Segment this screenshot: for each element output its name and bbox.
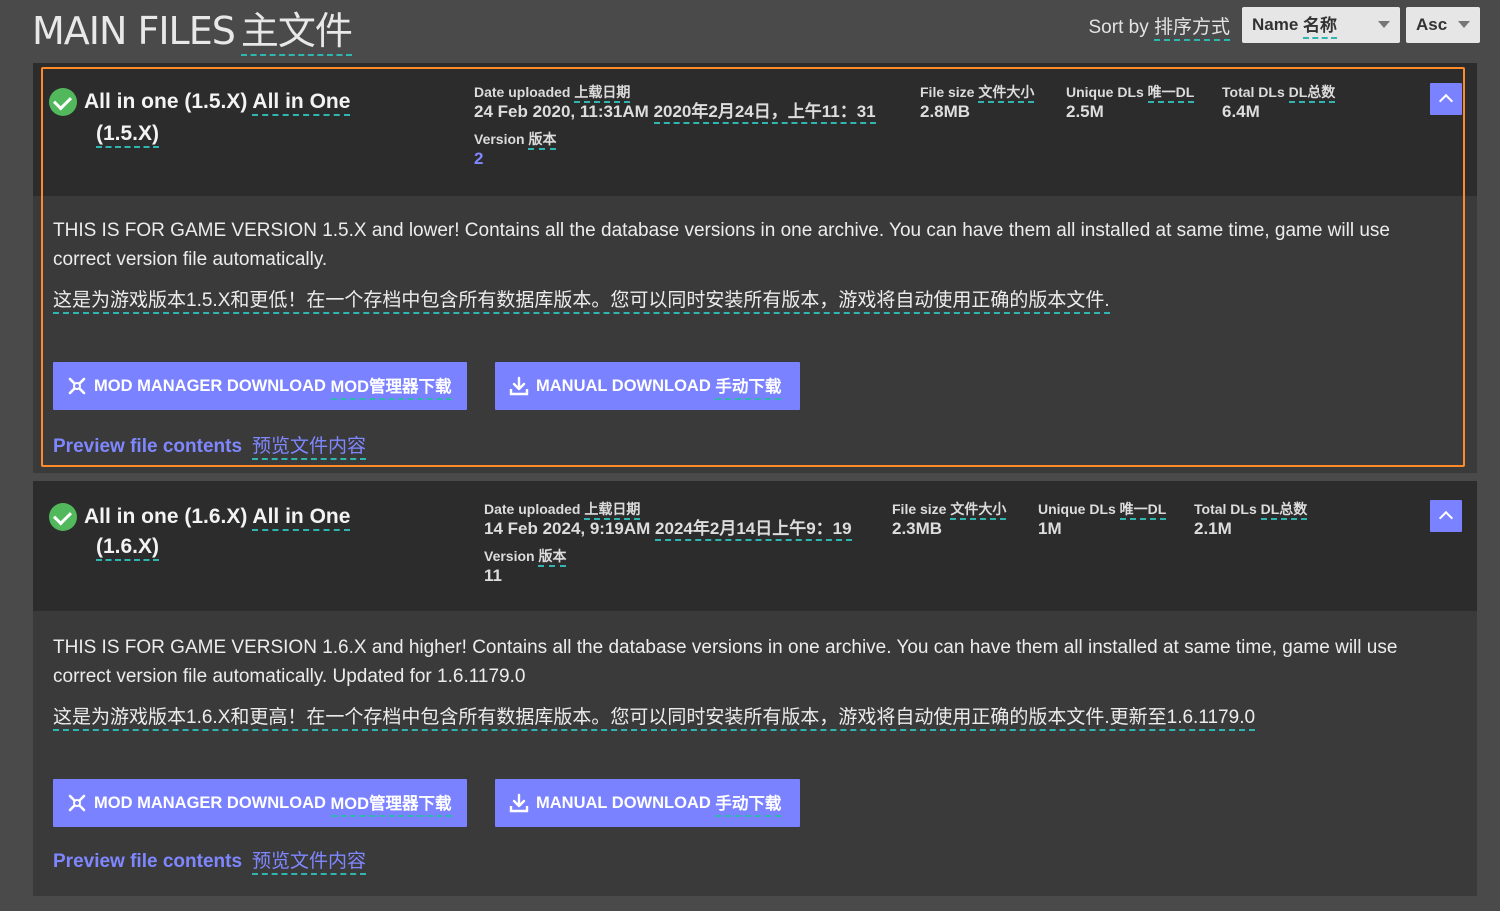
date-value-translation: 2024年2月14日上午9：19	[655, 519, 852, 541]
unique-value: 2.5M	[1066, 102, 1104, 121]
preview-label-translation: 预览文件内容	[252, 851, 367, 875]
total-value: 2.1M	[1194, 519, 1232, 538]
chevron-up-icon[interactable]	[1430, 83, 1462, 115]
file-name-text: All in one (1.6.X)	[84, 505, 248, 528]
total-label: Total DLs	[1222, 84, 1285, 100]
date-label: Date uploaded	[484, 501, 581, 517]
dropdown-caret-icon	[1378, 21, 1390, 28]
description-translation: 这是为游戏版本1.5.X和更低！在一个存档中包含所有数据库版本。您可以同时安装所…	[53, 290, 1110, 314]
file-item: All in one (1.6.X) All in One (1.6.X) Da…	[33, 481, 1477, 896]
sort-label-translation: 排序方式	[1153, 16, 1230, 41]
download-icon	[509, 793, 529, 813]
version-label: Version	[484, 548, 535, 564]
sort-field-value: Name	[1252, 15, 1299, 34]
manual-label: MANUAL DOWNLOAD	[536, 793, 711, 812]
version: Version 版本 2	[474, 130, 557, 170]
unique-label-translation: 唯一DL	[1119, 501, 1167, 520]
mod-manager-icon	[67, 793, 87, 813]
page-title: MAIN FILES 主文件	[32, 8, 353, 56]
file-name: All in one (1.5.X) All in One (1.5.X)	[84, 86, 351, 149]
sort-label: Sort by 排序方式	[1088, 12, 1230, 41]
download-icon	[509, 376, 529, 396]
file-size: File size 文件大小 2.8MB	[920, 83, 1035, 123]
description-translation: 这是为游戏版本1.6.X和更高！在一个存档中包含所有数据库版本。您可以同时安装所…	[53, 707, 1256, 731]
date-value-translation: 2020年2月24日，上午11：31	[653, 102, 876, 124]
version-value: 11	[484, 566, 502, 585]
size-label-translation: 文件大小	[950, 501, 1007, 520]
file-name-translation: All in One	[252, 90, 351, 116]
mod-manager-label-translation: MOD管理器下载	[330, 373, 452, 400]
description-text: THIS IS FOR GAME VERSION 1.5.X and lower…	[53, 220, 1390, 270]
file-size: File size 文件大小 2.3MB	[892, 500, 1007, 540]
unique-value: 1M	[1038, 519, 1062, 538]
check-circle-icon	[49, 88, 77, 116]
total-label-translation: DL总数	[1288, 84, 1336, 103]
mod-manager-download-button[interactable]: MOD MANAGER DOWNLOAD MOD管理器下载	[53, 362, 467, 410]
file-name: All in one (1.6.X) All in One (1.6.X)	[84, 501, 351, 562]
preview-label: Preview file contents	[53, 851, 243, 872]
size-label: File size	[920, 84, 975, 100]
description-text: THIS IS FOR GAME VERSION 1.6.X and highe…	[53, 637, 1398, 687]
file-description: THIS IS FOR GAME VERSION 1.6.X and highe…	[53, 633, 1453, 732]
total-value: 6.4M	[1222, 102, 1260, 121]
size-label-translation: 文件大小	[978, 84, 1035, 103]
sort-label-text: Sort by	[1088, 16, 1149, 38]
sort-field-value-translation: 名称	[1303, 11, 1338, 39]
file-name-translation: All in One	[252, 505, 351, 531]
file-name-translation-2: (1.6.X)	[96, 535, 160, 561]
version-label: Version	[474, 131, 525, 147]
preview-label-translation: 预览文件内容	[252, 436, 367, 460]
file-name-translation-2: (1.5.X)	[96, 122, 160, 148]
unique-label: Unique DLs	[1066, 84, 1144, 100]
mod-manager-download-button[interactable]: MOD MANAGER DOWNLOAD MOD管理器下载	[53, 779, 467, 827]
version-value[interactable]: 2	[474, 148, 556, 170]
unique-dls: Unique DLs 唯一DL 1M	[1038, 500, 1167, 540]
date-value: 14 Feb 2024, 9:19AM	[484, 519, 651, 538]
preview-file-contents-link[interactable]: Preview file contents 预览文件内容	[53, 846, 367, 875]
total-dls: Total DLs DL总数 6.4M	[1222, 83, 1336, 123]
preview-file-contents-link[interactable]: Preview file contents 预览文件内容	[53, 431, 367, 460]
title-text: MAIN FILES	[32, 9, 236, 53]
version: Version 版本 11	[484, 547, 567, 587]
unique-label-translation: 唯一DL	[1147, 84, 1195, 103]
version-label-translation: 版本	[528, 131, 557, 150]
manual-download-button[interactable]: MANUAL DOWNLOAD 手动下载	[495, 362, 800, 410]
date-uploaded: Date uploaded 上载日期 14 Feb 2024, 9:19AM 2…	[484, 500, 852, 541]
total-dls: Total DLs DL总数 2.1M	[1194, 500, 1308, 540]
size-value: 2.3MB	[892, 519, 943, 538]
manual-label: MANUAL DOWNLOAD	[536, 376, 711, 395]
size-value: 2.8MB	[920, 102, 971, 121]
size-label: File size	[892, 501, 947, 517]
file-name-text: All in one (1.5.X)	[84, 90, 248, 113]
sort-order-select[interactable]: Asc	[1406, 7, 1480, 43]
mod-manager-label: MOD MANAGER DOWNLOAD	[94, 376, 326, 395]
total-label-translation: DL总数	[1260, 501, 1308, 520]
date-uploaded: Date uploaded 上载日期 24 Feb 2020, 11:31AM …	[474, 83, 876, 124]
date-label: Date uploaded	[474, 84, 571, 100]
chevron-up-icon[interactable]	[1430, 500, 1462, 532]
dropdown-caret-icon	[1458, 21, 1470, 28]
manual-label-translation: 手动下载	[715, 790, 782, 817]
mod-manager-label: MOD MANAGER DOWNLOAD	[94, 793, 326, 812]
date-value: 24 Feb 2020, 11:31AM	[474, 102, 649, 121]
unique-dls: Unique DLs 唯一DL 2.5M	[1066, 83, 1195, 123]
sort-order-value: Asc	[1416, 15, 1448, 34]
manual-download-button[interactable]: MANUAL DOWNLOAD 手动下载	[495, 779, 800, 827]
sort-bar: Sort by 排序方式 Name 名称 Asc	[1088, 6, 1480, 44]
mod-manager-icon	[67, 376, 87, 396]
preview-label: Preview file contents	[53, 436, 243, 457]
mod-manager-label-translation: MOD管理器下载	[330, 790, 452, 817]
sort-field-select[interactable]: Name 名称	[1242, 7, 1400, 43]
manual-label-translation: 手动下载	[715, 373, 782, 400]
version-label-translation: 版本	[538, 548, 567, 567]
file-description: THIS IS FOR GAME VERSION 1.5.X and lower…	[53, 216, 1453, 315]
file-item: All in one (1.5.X) All in One (1.5.X) Da…	[33, 63, 1477, 473]
unique-label: Unique DLs	[1038, 501, 1116, 517]
check-circle-icon	[49, 503, 77, 531]
total-label: Total DLs	[1194, 501, 1257, 517]
title-translation: 主文件	[240, 9, 353, 56]
